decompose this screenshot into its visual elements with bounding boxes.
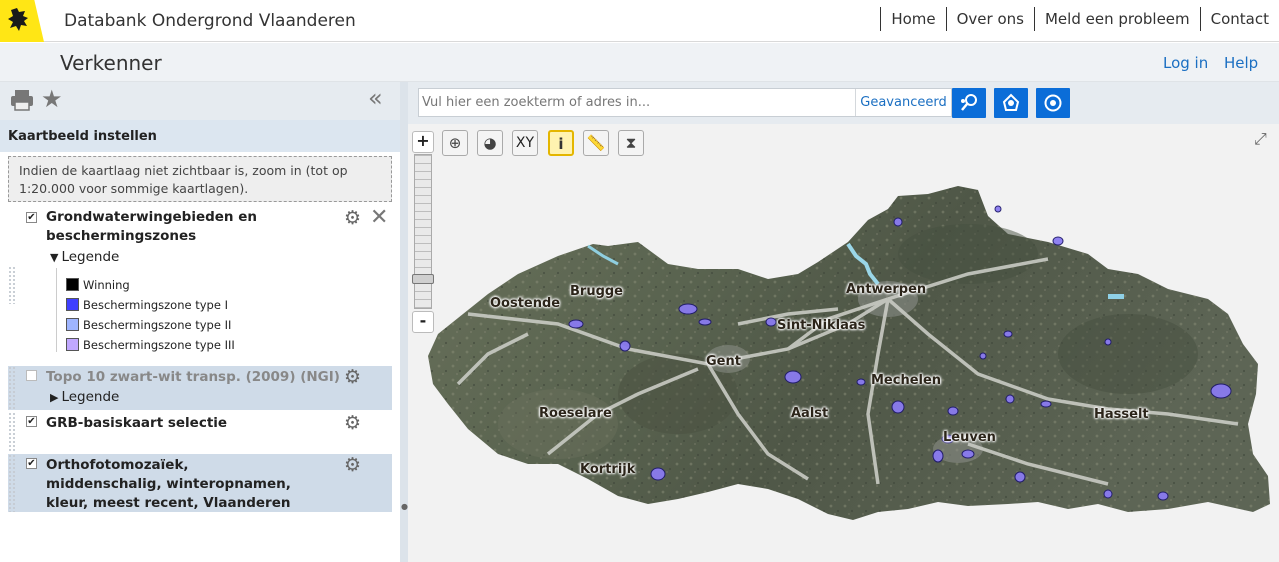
layer-checkbox[interactable]: ✔	[26, 458, 37, 469]
globe-button[interactable]: ◕	[477, 130, 503, 156]
city-label: Hasselt	[1094, 407, 1149, 422]
zoom-box-button[interactable]: ⊕	[442, 130, 468, 156]
legend-toggle[interactable]: ▶ Legende	[50, 388, 119, 407]
drag-handle[interactable]	[8, 412, 16, 452]
globe-icon: ◕	[483, 134, 497, 152]
legend-swatch	[66, 338, 79, 351]
city-label: Leuven	[943, 430, 996, 445]
page-title: Verkenner	[60, 51, 162, 75]
search-input[interactable]	[419, 89, 853, 116]
search-radius-icon	[1044, 94, 1062, 112]
layer-name: Grondwaterwingebieden en beschermingszon…	[46, 209, 258, 244]
layer-panel: ★ « Kaartbeeld instellen Indien de kaart…	[0, 82, 400, 562]
legend-swatch	[66, 278, 79, 291]
city-label: Gent	[706, 354, 741, 369]
drag-handle[interactable]	[8, 366, 16, 410]
search-box: Geavanceerd	[418, 88, 952, 117]
city-label: Sint-Niklaas	[777, 318, 866, 333]
gear-icon[interactable]: ⚙	[344, 368, 361, 387]
map-viewer[interactable]: + - ⊕ ◕ XY i 📏 ⧗ ⤢ Oostende Brugge Antwe…	[408, 124, 1279, 562]
city-label: Kortrijk	[580, 462, 636, 477]
info-icon: i	[558, 135, 564, 153]
nav-meld-probleem[interactable]: Meld een probleem	[1033, 7, 1200, 31]
panel-splitter[interactable]: ●	[400, 82, 408, 562]
drag-handle[interactable]	[8, 266, 16, 304]
layer-checkbox[interactable]: ✔	[26, 212, 37, 223]
triangle-down-icon: ▼	[50, 251, 59, 264]
layer-name: GRB-basiskaart selectie	[46, 415, 228, 431]
city-label: Roeselare	[539, 406, 612, 421]
nav-over-ons[interactable]: Over ons	[945, 7, 1034, 31]
zoom-control: + -	[412, 131, 434, 337]
search-radius-button[interactable]	[1036, 88, 1070, 118]
city-label: Brugge	[570, 284, 624, 299]
advanced-search-link[interactable]: Geavanceerd	[855, 89, 951, 116]
top-navigation: Home Over ons Meld een probleem Contact	[880, 7, 1279, 31]
city-label: Aalst	[791, 406, 829, 421]
vlaanderen-logo[interactable]	[0, 0, 44, 42]
panel-toolbar: ★ «	[0, 82, 400, 120]
city-label: Oostende	[490, 296, 561, 311]
city-label: Mechelen	[871, 373, 942, 388]
info-button[interactable]: i	[548, 130, 574, 156]
legend-divider	[56, 268, 57, 352]
drill-button[interactable]: ⧗	[618, 130, 644, 156]
layer-checkbox[interactable]: ✔	[26, 416, 37, 427]
drag-handle[interactable]	[8, 454, 16, 512]
nav-home[interactable]: Home	[880, 7, 945, 31]
splitter-grip-icon: ●	[401, 502, 408, 511]
search-location-button[interactable]	[952, 88, 986, 118]
search-location-icon	[961, 94, 977, 111]
legend-item-type-1: Beschermingszone type I	[66, 298, 228, 312]
layer-name: Orthofotomozaïek, middenschalig, wintero…	[46, 457, 291, 511]
nav-contact[interactable]: Contact	[1199, 7, 1279, 31]
zoom-slider[interactable]	[414, 154, 432, 309]
triangle-right-icon: ▶	[50, 391, 59, 404]
xy-coordinate-button[interactable]: XY	[512, 130, 538, 156]
gear-icon[interactable]: ⚙	[344, 209, 361, 228]
legend-item-winning: Winning	[66, 278, 130, 292]
section-title: Kaartbeeld instellen	[0, 120, 400, 152]
measure-button[interactable]: 📏	[583, 130, 609, 156]
zoom-hint: Indien de kaartlaag niet zichtbaar is, z…	[8, 156, 392, 202]
zoom-slider-handle[interactable]	[412, 274, 434, 284]
legend-swatch	[66, 318, 79, 331]
fullscreen-icon[interactable]: ⤢	[1254, 129, 1267, 149]
top-bar: Databank Ondergrond Vlaanderen Home Over…	[0, 0, 1279, 42]
legend-swatch	[66, 298, 79, 311]
borehole-icon: ⧗	[625, 134, 637, 152]
sub-header: Verkenner Log in Help	[0, 43, 1279, 82]
gear-icon[interactable]: ⚙	[344, 456, 361, 475]
search-area-icon	[1002, 93, 1020, 111]
legend-item-type-2: Beschermingszone type II	[66, 318, 231, 332]
lion-icon	[8, 8, 28, 31]
search-polygon-button[interactable]	[994, 88, 1028, 118]
favorite-star-icon[interactable]: ★	[41, 87, 63, 111]
close-icon[interactable]: ✕	[370, 207, 388, 229]
legend-toggle[interactable]: ▼ Legende	[50, 248, 119, 267]
magnifier-plus-icon: ⊕	[448, 134, 462, 152]
layer-orthofoto: ✔ Orthofotomozaïek, middenschalig, winte…	[8, 454, 392, 512]
login-link[interactable]: Log in	[1163, 54, 1208, 72]
layer-grb: ✔ GRB-basiskaart selectie ⚙	[8, 412, 392, 452]
layer-name: Topo 10 zwart-wit transp. (2009) (NGI)	[46, 369, 340, 385]
flanders-ortho-map	[428, 186, 1270, 520]
collapse-panel-icon[interactable]: «	[368, 84, 383, 112]
layer-checkbox[interactable]	[26, 370, 37, 381]
help-link[interactable]: Help	[1224, 54, 1258, 72]
legend-item-type-3: Beschermingszone type III	[66, 338, 235, 352]
ruler-icon: 📏	[586, 134, 606, 152]
site-title[interactable]: Databank Ondergrond Vlaanderen	[64, 11, 356, 31]
zoom-in-button[interactable]: +	[412, 131, 434, 153]
gear-icon[interactable]: ⚙	[344, 414, 361, 433]
search-toolbar: Geavanceerd	[408, 82, 1279, 124]
city-label: Antwerpen	[846, 282, 927, 297]
print-icon[interactable]	[10, 89, 34, 111]
zoom-out-button[interactable]: -	[412, 311, 434, 333]
